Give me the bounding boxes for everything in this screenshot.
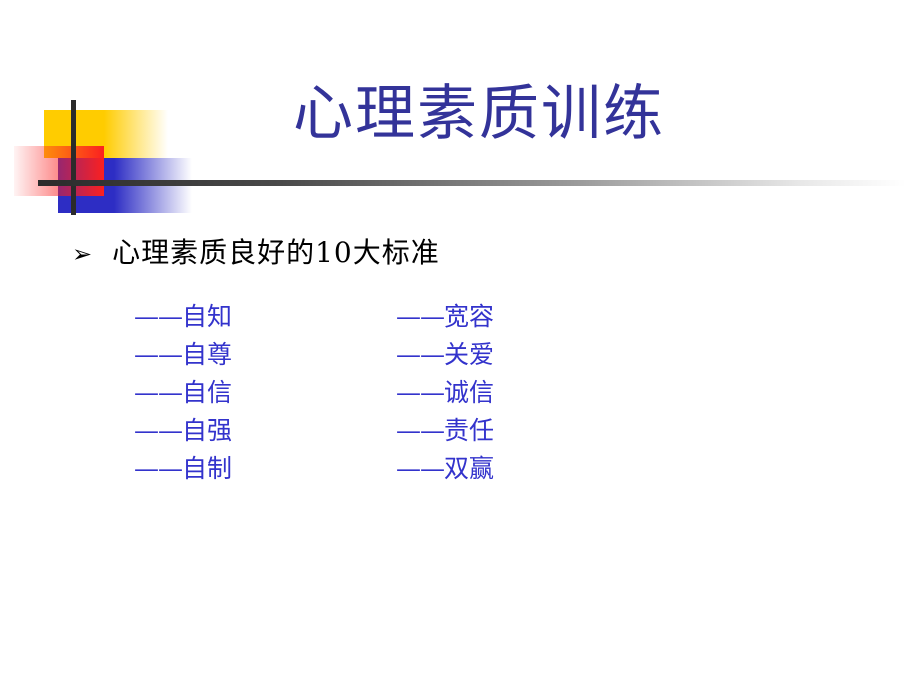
ornament-blue-square [58, 158, 114, 213]
standards-right-column: ——宽容 ——关爱 ——诚信 ——责任 ——双赢 [396, 298, 494, 488]
standard-item-dash: —— [134, 416, 183, 445]
standard-item-term: 诚信 [444, 378, 495, 407]
standard-item-dash: —— [134, 302, 183, 331]
standard-item-term: 自知 [182, 302, 233, 331]
presentation-slide: 心理素质训练 ➢ 心理素质良好的10大标准 ——自知 ——自尊 ——自信 ——自强 ——… [0, 0, 920, 690]
standard-item-term: 双赢 [444, 454, 495, 483]
ornament-blue-gradient [114, 158, 192, 213]
standard-item: ——双赢 [396, 450, 494, 488]
bullet-heading: ➢ 心理素质良好的10大标准 [72, 236, 440, 271]
standard-item-term: 自尊 [182, 340, 233, 369]
standard-item: ——自制 [134, 450, 232, 488]
ornament-red-gradient [14, 146, 104, 196]
ornament-horizontal-rule [38, 180, 906, 186]
standards-columns: ——自知 ——自尊 ——自信 ——自强 ——自制 ——宽容 ——关爱 ——诚信 ——责任 ——双… [134, 298, 494, 488]
standard-item-dash: —— [396, 378, 445, 407]
standards-left-column: ——自知 ——自尊 ——自信 ——自强 ——自制 [134, 298, 232, 488]
standard-item-dash: —— [134, 454, 183, 483]
bullet-heading-label: 心理素质良好的10大标准 [112, 236, 440, 269]
standard-item: ——责任 [396, 412, 494, 450]
standard-item: ——宽容 [396, 298, 494, 336]
standard-item-dash: —— [396, 454, 445, 483]
arrow-bullet-icon: ➢ [72, 240, 93, 268]
standard-item-term: 责任 [444, 416, 495, 445]
standard-item-dash: —— [396, 302, 445, 331]
standard-item-term: 关爱 [444, 340, 495, 369]
slide-title: 心理素质训练 [293, 79, 665, 149]
standard-item: ——关爱 [396, 336, 494, 374]
standard-item: ——诚信 [396, 374, 494, 412]
standard-item-dash: —— [396, 340, 445, 369]
standard-item: ——自信 [134, 374, 232, 412]
standard-item-term: 自强 [182, 416, 233, 445]
standard-item-dash: —— [134, 340, 183, 369]
standard-item: ——自尊 [134, 336, 232, 374]
standard-item-dash: —— [396, 416, 445, 445]
standard-item-term: 自信 [182, 378, 233, 407]
standard-item-term: 宽容 [444, 302, 495, 331]
standard-item-dash: —— [134, 378, 183, 407]
standard-item-term: 自制 [182, 454, 233, 483]
standard-item: ——自知 [134, 298, 232, 336]
standard-item: ——自强 [134, 412, 232, 450]
